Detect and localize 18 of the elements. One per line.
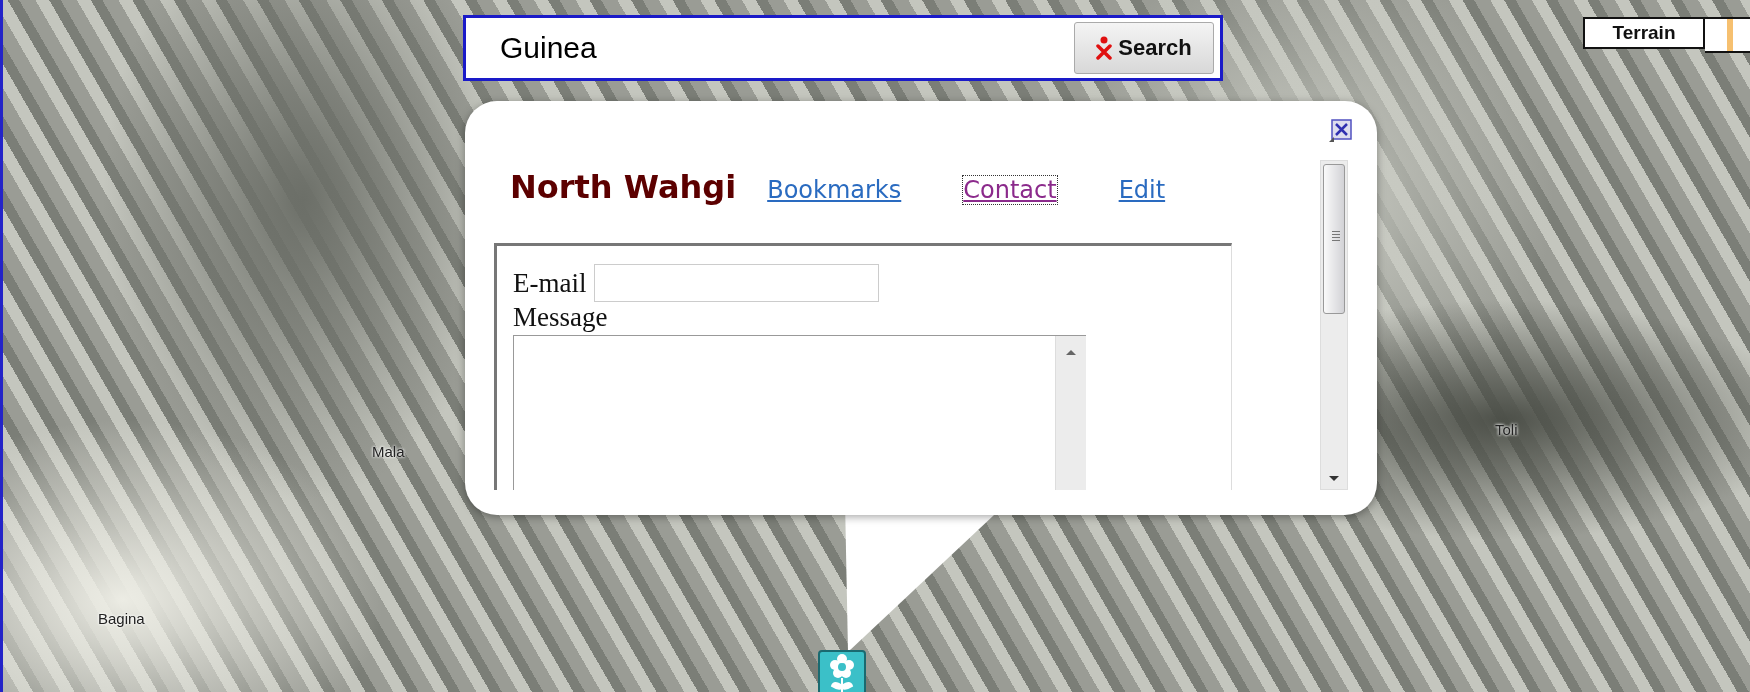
map-type-button[interactable]: Terrain [1583, 17, 1705, 49]
field-label: Message [513, 302, 608, 332]
scrollbar[interactable] [1320, 160, 1348, 490]
field-label: E-mail [513, 267, 587, 299]
tab-link[interactable]: Contact [962, 175, 1058, 205]
flower-icon[interactable] [818, 650, 866, 692]
tab-link[interactable]: Edit [1117, 175, 1167, 205]
search-button[interactable]: Search [1074, 22, 1214, 74]
popup-title: North Wahgi [510, 168, 737, 206]
search-field[interactable]: Guinea Search [463, 15, 1223, 81]
close-icon[interactable] [1328, 119, 1352, 143]
place-label: Mala [372, 443, 405, 460]
map-type-button[interactable] [1705, 17, 1750, 53]
place-label: Toli [1495, 421, 1518, 438]
place-label: Bagina [98, 610, 145, 627]
email-field[interactable] [594, 264, 880, 302]
person-icon [1096, 36, 1113, 60]
tab-link[interactable]: Bookmarks [766, 175, 903, 205]
